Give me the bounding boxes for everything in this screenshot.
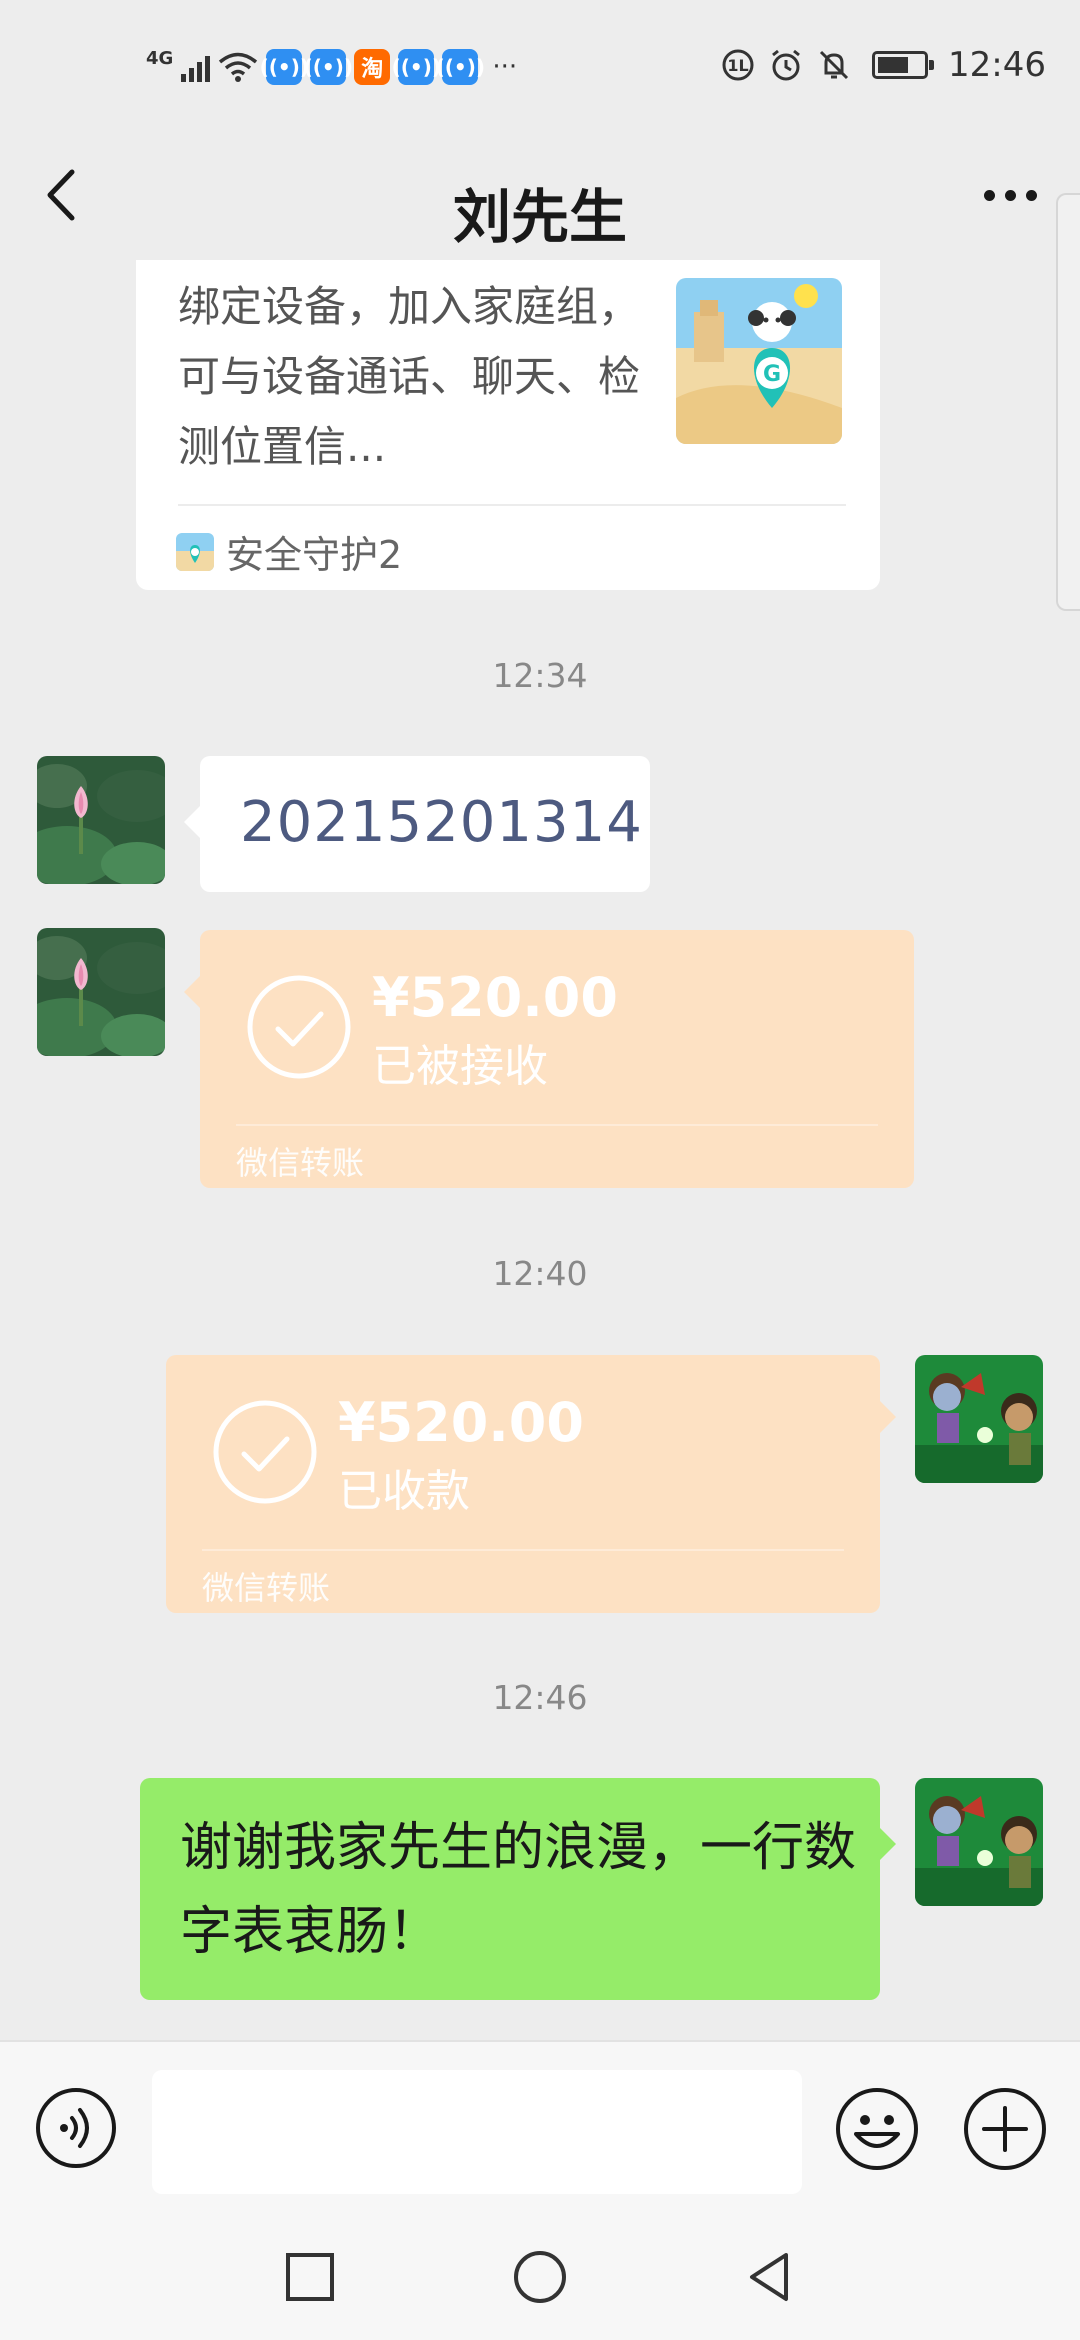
card-thumbnail: G <box>676 278 842 444</box>
card-description: 绑定设备，加入家庭组，可与设备通话、聊天、检测位置信... <box>178 282 641 471</box>
back-nav-icon[interactable] <box>740 2247 800 2307</box>
more-options-icon[interactable] <box>970 160 1050 230</box>
scroll-indicator[interactable] <box>1056 193 1080 611</box>
wifi-hotspot-icon: ((•)) <box>260 49 309 85</box>
received-transfer-bubble[interactable]: ¥520.00 已被接收 微信转账 <box>184 930 914 1188</box>
message-timestamp: 12:40 <box>492 1254 588 1293</box>
wifi-hotspot-icon: ((•)) <box>436 49 485 85</box>
check-circle-icon <box>247 975 351 1079</box>
wifi-hotspot-icon: ((•)) <box>392 49 441 85</box>
transfer-label: 微信转账 <box>202 1569 331 1607</box>
status-right: 1L 12:46 <box>720 40 1046 90</box>
message-timestamp: 12:46 <box>492 1678 588 1717</box>
taobao-char: 淘 <box>361 57 384 82</box>
plus-icon[interactable] <box>962 2086 1048 2172</box>
recent-apps-icon[interactable] <box>280 2247 340 2307</box>
mute-icon <box>819 50 849 80</box>
contact-avatar[interactable] <box>37 928 165 1056</box>
check-circle-icon <box>213 1400 317 1504</box>
transfer-amount: ¥520.00 <box>372 966 618 1029</box>
my-avatar[interactable] <box>915 1355 1043 1483</box>
transfer-label: 微信转账 <box>236 1144 365 1182</box>
transfer-status: 已被接收 <box>372 1041 548 1092</box>
mini-program-name: 安全守护2 <box>226 533 403 577</box>
alarm-icon <box>772 49 800 81</box>
svg-text:1L: 1L <box>727 56 748 75</box>
message-timestamp: 12:34 <box>492 656 588 695</box>
system-nav-bar <box>0 2215 1080 2340</box>
received-text-bubble[interactable]: 20215201314 <box>184 756 650 892</box>
card-footer: 安全守护2 <box>176 524 402 579</box>
message-input[interactable] <box>152 2070 802 2194</box>
wifi-icon <box>219 52 258 82</box>
voice-input-icon[interactable] <box>34 2086 118 2170</box>
home-icon[interactable] <box>510 2247 570 2307</box>
data-saver-icon: 1L <box>722 49 754 81</box>
wifi-hotspot-icon: ((•)) <box>304 49 353 85</box>
mini-program-card[interactable]: 绑定设备，加入家庭组，可与设备通话、聊天、检测位置信... G 安全守护2 <box>136 260 880 590</box>
transfer-divider <box>236 1124 878 1126</box>
taobao-icon: 淘 <box>354 49 391 85</box>
transfer-amount: ¥520.00 <box>338 1391 584 1454</box>
status-time: 12:46 <box>948 45 1046 85</box>
more-notifications: ··· <box>492 52 518 82</box>
sent-text-bubble[interactable]: 谢谢我家先生的浪漫，一行数字表衷肠！ <box>140 1778 896 2000</box>
mini-program-icon <box>176 532 214 571</box>
status-bar: 4G ((•)) ((•)) 淘 ((•)) ((•)) ··· 1L 12:4… <box>0 0 1080 130</box>
sent-transfer-bubble[interactable]: ¥520.00 已收款 微信转账 <box>166 1355 896 1613</box>
emoji-icon[interactable] <box>834 2086 920 2172</box>
transfer-status: 已收款 <box>338 1466 470 1517</box>
svg-text:G: G <box>763 362 781 387</box>
sent-text: 谢谢我家先生的浪漫，一行数字表衷肠！ <box>180 1818 857 1962</box>
received-text: 20215201314 <box>240 790 643 855</box>
chat-title: 刘先生 <box>452 183 627 251</box>
input-bar <box>0 2040 1080 2215</box>
my-avatar[interactable] <box>915 1778 1043 1906</box>
network-type: 4G <box>146 47 174 69</box>
transfer-divider <box>202 1549 844 1551</box>
card-divider <box>178 504 846 506</box>
signal-icon <box>181 52 211 82</box>
contact-avatar[interactable] <box>37 756 165 884</box>
chat-header: 刘先生 <box>0 130 1080 260</box>
status-left: 4G ((•)) ((•)) 淘 ((•)) ((•)) ··· <box>146 42 517 92</box>
battery-fill <box>878 57 909 73</box>
battery-icon <box>872 51 935 79</box>
